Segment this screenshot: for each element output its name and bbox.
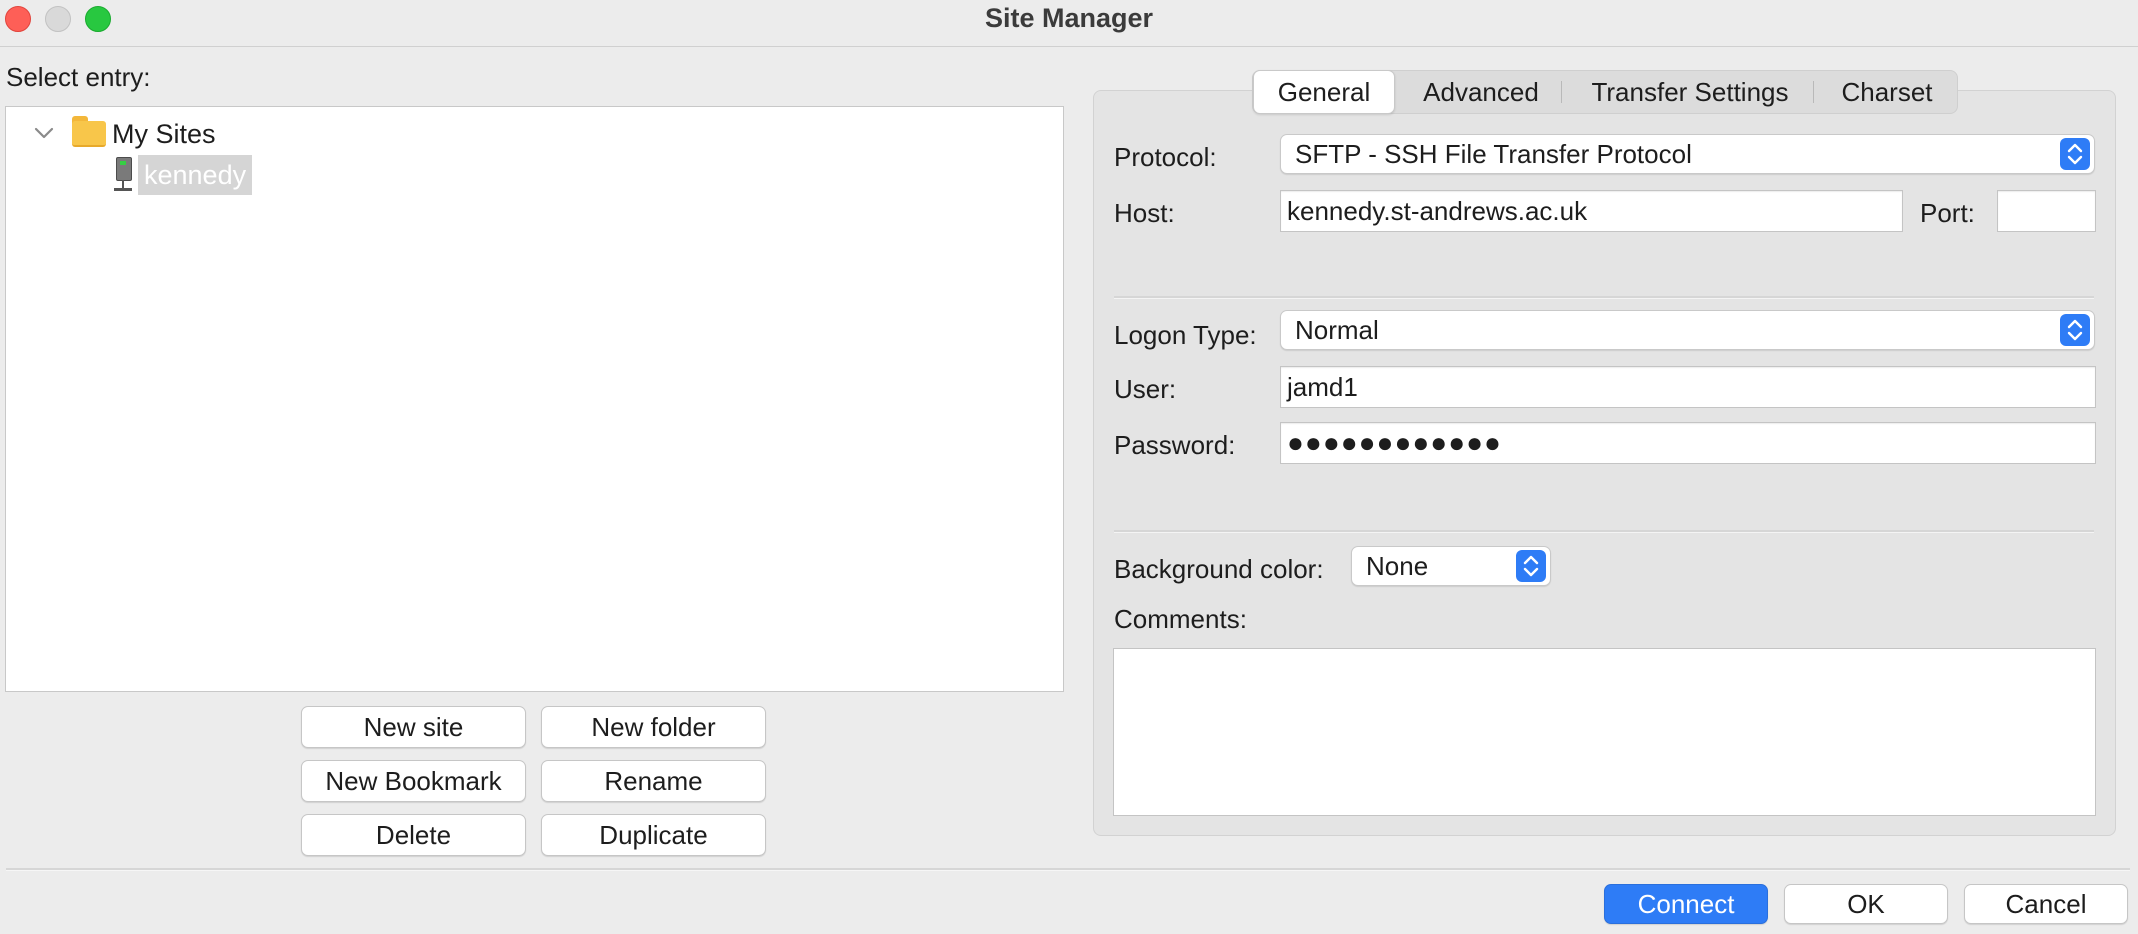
host-label: Host: xyxy=(1114,198,1175,228)
ok-button[interactable]: OK xyxy=(1784,884,1948,924)
cancel-button[interactable]: Cancel xyxy=(1964,884,2128,924)
new-site-button[interactable]: New site xyxy=(301,706,526,748)
comments-textarea[interactable] xyxy=(1113,648,2096,816)
tab-general[interactable]: General xyxy=(1253,70,1395,114)
window-title: Site Manager xyxy=(984,3,1154,33)
section-divider xyxy=(1114,296,2094,299)
settings-tabs: General Advanced Transfer Settings Chars… xyxy=(1252,70,1958,114)
site-tree[interactable]: My Sites kennedy xyxy=(5,106,1064,692)
port-label: Port: xyxy=(1920,198,1975,228)
rename-button[interactable]: Rename xyxy=(541,760,766,802)
server-icon xyxy=(114,157,134,193)
protocol-value: SFTP - SSH File Transfer Protocol xyxy=(1295,139,1692,169)
title-bar: Site Manager xyxy=(0,0,2138,47)
protocol-label: Protocol: xyxy=(1114,142,1217,172)
user-input[interactable]: jamd1 xyxy=(1280,366,2096,408)
logon-type-select[interactable]: Normal xyxy=(1280,310,2095,350)
tab-separator xyxy=(1813,81,1814,103)
up-down-chevron-icon xyxy=(1516,550,1546,582)
password-label: Password: xyxy=(1114,430,1236,460)
background-color-select[interactable]: None xyxy=(1351,546,1551,586)
background-color-label: Background color: xyxy=(1114,554,1324,584)
tab-transfer-settings[interactable]: Transfer Settings xyxy=(1571,71,1809,113)
tab-charset[interactable]: Charset xyxy=(1819,71,1955,113)
folder-icon xyxy=(72,116,108,147)
tab-separator xyxy=(1561,81,1562,103)
tree-item-my-sites[interactable]: My Sites xyxy=(112,119,216,150)
delete-button[interactable]: Delete xyxy=(301,814,526,856)
section-divider xyxy=(1114,530,2094,533)
duplicate-button[interactable]: Duplicate xyxy=(541,814,766,856)
port-input[interactable] xyxy=(1997,190,2096,232)
comments-label: Comments: xyxy=(1114,604,1247,634)
chevron-down-icon[interactable] xyxy=(30,121,58,145)
background-color-value: None xyxy=(1366,551,1429,581)
tree-item-kennedy[interactable]: kennedy xyxy=(138,155,253,195)
logon-type-value: Normal xyxy=(1295,315,1379,345)
new-folder-button[interactable]: New folder xyxy=(541,706,766,748)
up-down-chevron-icon xyxy=(2060,314,2090,346)
logon-type-label: Logon Type: xyxy=(1114,320,1257,350)
host-input[interactable]: kennedy.st-andrews.ac.uk xyxy=(1280,190,1903,232)
select-entry-label: Select entry: xyxy=(6,62,151,92)
footer-divider xyxy=(6,868,2130,871)
tab-advanced[interactable]: Advanced xyxy=(1401,71,1561,113)
user-label: User: xyxy=(1114,374,1177,404)
connect-button[interactable]: Connect xyxy=(1604,884,1768,924)
protocol-select[interactable]: SFTP - SSH File Transfer Protocol xyxy=(1280,134,2095,174)
new-bookmark-button[interactable]: New Bookmark xyxy=(301,760,526,802)
up-down-chevron-icon xyxy=(2060,138,2090,170)
password-input[interactable]: ●●●●●●●●●●●● xyxy=(1280,422,2096,464)
